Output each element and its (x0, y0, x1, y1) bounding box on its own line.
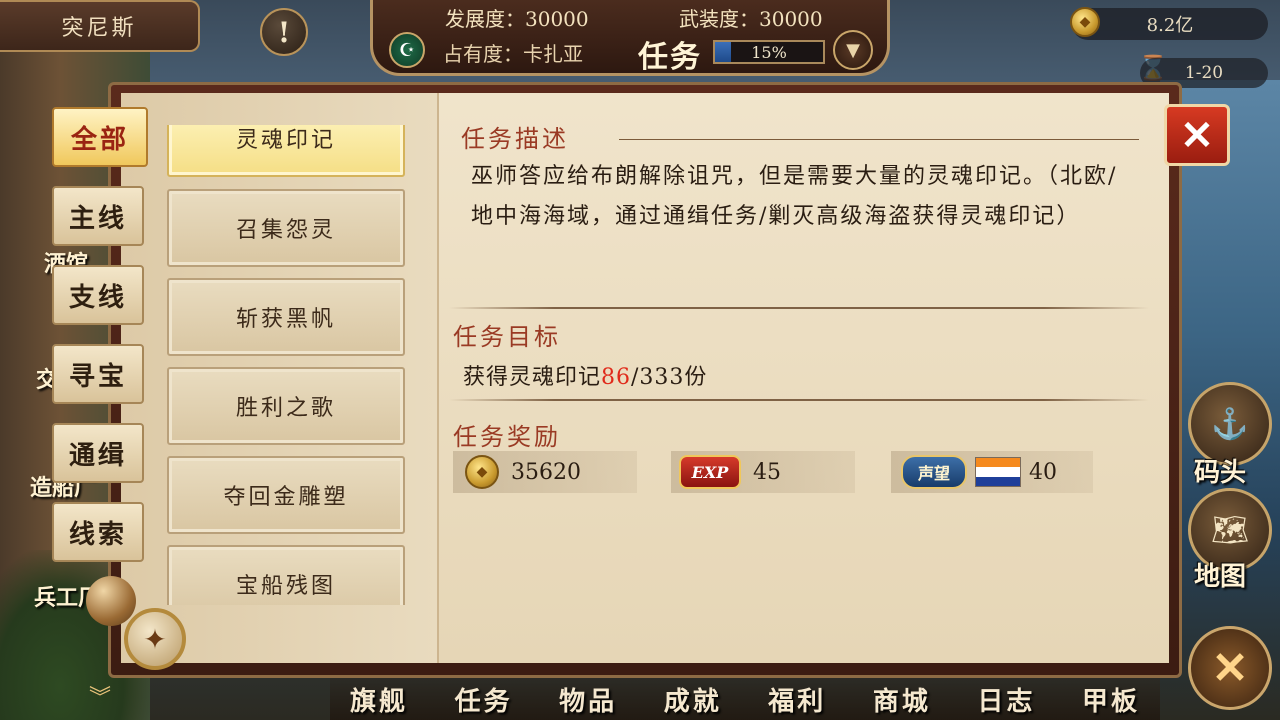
target-prefix: 获得灵魂印记 (463, 365, 602, 390)
reward-fame-amount: 40 (1029, 459, 1057, 485)
bottom-nav: 旗舰 任务 物品 成就 福利 商城 日志 甲板 (330, 678, 1160, 720)
quest-item-victory-song[interactable]: 胜利之歌 (167, 367, 405, 445)
tab-all[interactable]: 全部 (52, 107, 148, 167)
quest-panel: 灵魂印记 召集怨灵 斩获黑帆 胜利之歌 夺回金雕塑 宝船残图 任务描述 巫师答应… (108, 82, 1182, 678)
map-label[interactable]: 地图 (1194, 556, 1246, 593)
nation-flag-icon (975, 457, 1021, 487)
quest-item-summon-spirits[interactable]: 召集怨灵 (167, 189, 405, 267)
gold-coin-icon: ◆ (465, 455, 499, 489)
quest-detail: 任务描述 巫师答应给布朗解除诅咒，但是需要大量的灵魂印记。（北欧/地中海海域，通… (439, 93, 1169, 663)
compass-icon[interactable]: ✦ (124, 608, 186, 670)
quest-description: 巫师答应给布朗解除诅咒，但是需要大量的灵魂印记。（北欧/地中海海域，通过通缉任务… (471, 164, 1118, 229)
quest-item-black-sail[interactable]: 斩获黑帆 (167, 278, 405, 356)
nav-welfare[interactable]: 福利 (768, 681, 826, 718)
target-suffix: /333份 (631, 365, 708, 390)
armament-stat: 武装度：30000 (679, 6, 823, 31)
quest-list-column: 灵魂印记 召集怨灵 斩获黑帆 胜利之歌 夺回金雕塑 宝船残图 (121, 93, 439, 663)
tab-main[interactable]: 主线 (52, 186, 144, 246)
quest-progress-bar: 15% (713, 40, 825, 64)
progress-text: 15% (751, 42, 787, 62)
reward-exp: EXP 45 (671, 451, 855, 493)
quest-item-soul-mark[interactable]: 灵魂印记 (167, 125, 405, 177)
reward-gold: ◆ 35620 (453, 451, 637, 493)
quest-item-treasure-map[interactable]: 宝船残图 (167, 545, 405, 605)
fame-icon: 声望 (901, 455, 967, 489)
nav-achievements[interactable]: 成就 (664, 681, 722, 718)
gold-counter[interactable]: ◆ 8.2亿 (1070, 7, 1268, 40)
reward-title: 任务奖励 (453, 423, 561, 451)
nav-shop[interactable]: 商城 (873, 681, 931, 718)
reward-gold-amount: 35620 (511, 459, 581, 485)
gold-coin-icon: ◆ (1070, 7, 1100, 37)
tab-wanted[interactable]: 通缉 (52, 423, 144, 483)
section-divider (449, 399, 1149, 401)
city-status-banner: 发展度：30000 武装度：30000 ☪ 占有度：卡扎亚 任务 15% ▼ (370, 0, 890, 76)
exp-icon: EXP (679, 455, 741, 489)
reward-exp-amount: 45 (753, 459, 781, 485)
orb-icon (86, 576, 136, 626)
nav-deck[interactable]: 甲板 (1082, 681, 1140, 718)
double-chevron-icon[interactable]: ︾ (80, 676, 120, 716)
tab-treasure[interactable]: 寻宝 (52, 344, 144, 404)
quest-target: 获得灵魂印记86/333份 (463, 359, 707, 391)
occupancy-stat: 占有度：卡扎亚 (443, 42, 583, 66)
nav-flagship[interactable]: 旗舰 (350, 681, 408, 718)
tab-clues[interactable]: 线索 (52, 502, 144, 562)
alert-icon[interactable]: ! (260, 8, 308, 56)
nav-quest[interactable]: 任务 (455, 681, 513, 718)
nav-items[interactable]: 物品 (559, 681, 617, 718)
close-button[interactable]: ✕ (1164, 104, 1230, 166)
dock-label[interactable]: 码头 (1194, 452, 1246, 489)
target-title: 任务目标 (453, 323, 561, 351)
tab-side[interactable]: 支线 (52, 265, 144, 325)
crossed-swords-icon[interactable]: ✕ (1188, 626, 1272, 710)
gold-amount: 8.2亿 (1146, 15, 1194, 36)
quest-title: 任务 (638, 40, 702, 75)
quest-item-golden-statue[interactable]: 夺回金雕塑 (167, 456, 405, 534)
section-divider (449, 307, 1149, 309)
city-name-plate[interactable]: 突尼斯 (0, 0, 200, 52)
target-current: 86 (601, 365, 632, 390)
title-underline (619, 139, 1139, 140)
quest-list[interactable]: 灵魂印记 召集怨灵 斩获黑帆 胜利之歌 夺回金雕塑 宝船残图 (167, 125, 407, 605)
city-name: 突尼斯 (61, 16, 137, 41)
description-title: 任务描述 (461, 125, 569, 153)
reward-fame: 声望 40 (891, 451, 1093, 493)
level-range: 1-20 (1184, 63, 1224, 83)
nav-log[interactable]: 日志 (977, 681, 1035, 718)
development-stat: 发展度：30000 (445, 6, 589, 31)
crescent-flag-icon: ☪ (389, 32, 425, 68)
chevron-down-icon[interactable]: ▼ (833, 30, 873, 70)
parchment: 灵魂印记 召集怨灵 斩获黑帆 胜利之歌 夺回金雕塑 宝船残图 任务描述 巫师答应… (121, 93, 1169, 663)
